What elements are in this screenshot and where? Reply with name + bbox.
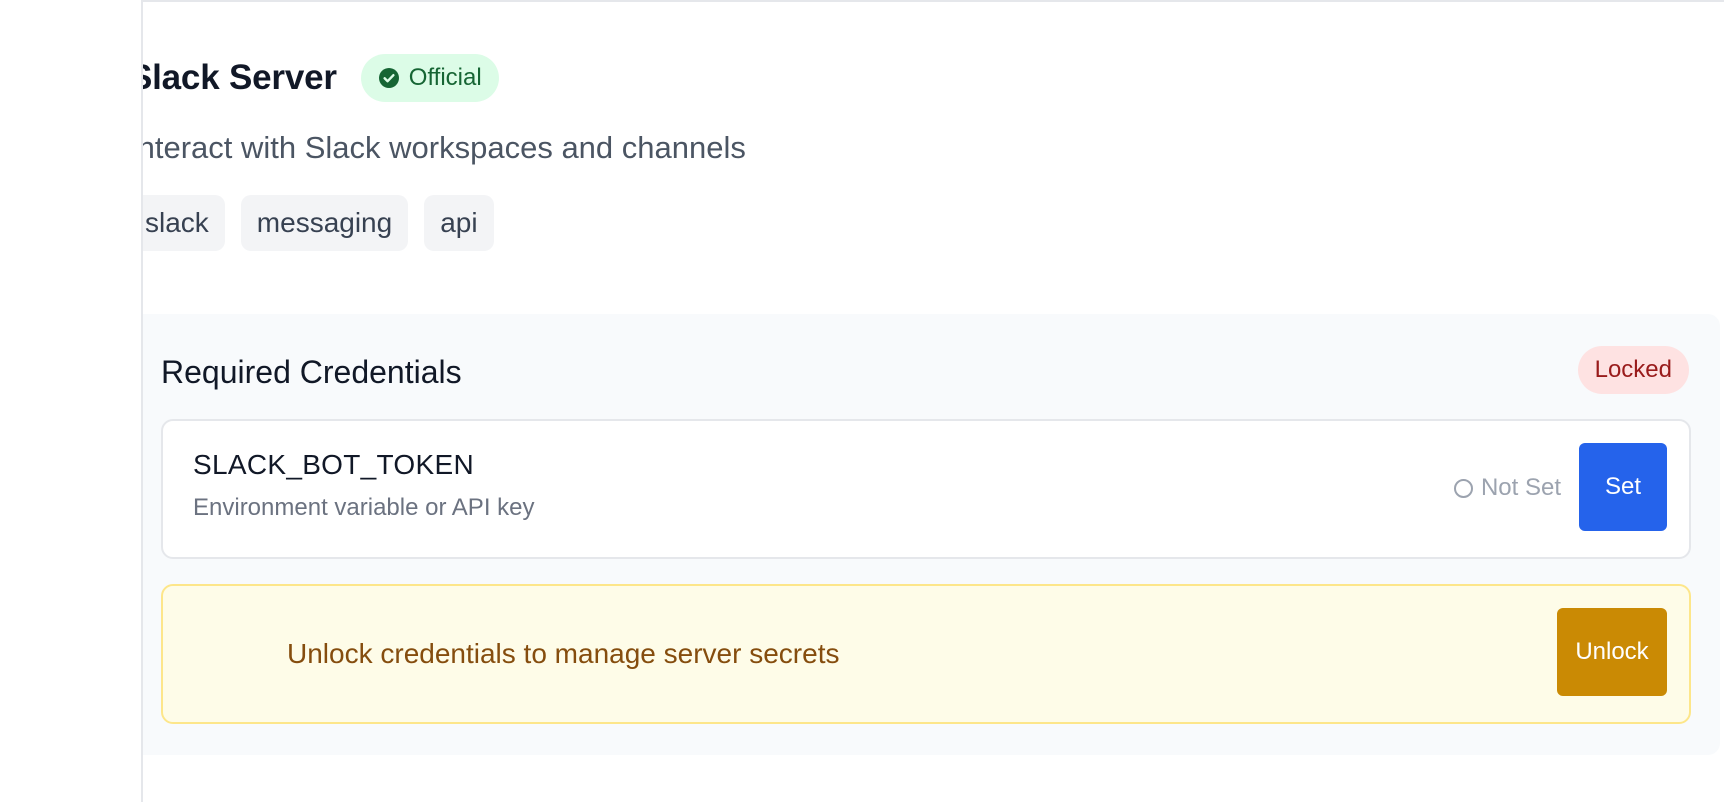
credentials-heading: Required Credentials: [161, 354, 462, 390]
tag-api: api: [424, 195, 494, 251]
credentials-section: Required Credentials Locked SLACK_BOT_TO…: [143, 314, 1720, 755]
server-detail-content: Slack Server Official Interact with Slac…: [143, 2, 1720, 802]
unlock-button[interactable]: Unlock: [1557, 608, 1667, 696]
locked-status-badge: Locked: [1577, 346, 1689, 394]
server-title: Slack Server: [143, 58, 337, 97]
set-credential-button[interactable]: Set: [1579, 443, 1667, 531]
server-description: Interact with Slack workspaces and chann…: [143, 130, 746, 165]
server-header: Slack Server Official: [143, 54, 499, 102]
unlock-message: Unlock credentials to manage server secr…: [287, 638, 840, 669]
circle-icon: [1453, 478, 1473, 498]
credential-name: SLACK_BOT_TOKEN: [193, 449, 474, 480]
credential-description: Environment variable or API key: [193, 494, 535, 521]
credential-status: Not Set: [1453, 474, 1561, 502]
official-badge-label: Official: [408, 64, 482, 91]
credential-status-label: Not Set: [1480, 474, 1561, 501]
official-badge: Official: [360, 54, 499, 102]
tag-list: slack messaging api: [143, 195, 494, 251]
server-detail-panel: Slack Server Official Interact with Slac…: [143, 2, 1724, 802]
credential-row: SLACK_BOT_TOKEN Environment variable or …: [161, 419, 1691, 559]
tag-messaging: messaging: [240, 195, 409, 251]
unlock-banner: Unlock credentials to manage server secr…: [161, 584, 1691, 724]
tag-slack: slack: [143, 195, 225, 251]
check-circle-icon: [378, 68, 399, 88]
left-blank-area: [0, 0, 143, 802]
